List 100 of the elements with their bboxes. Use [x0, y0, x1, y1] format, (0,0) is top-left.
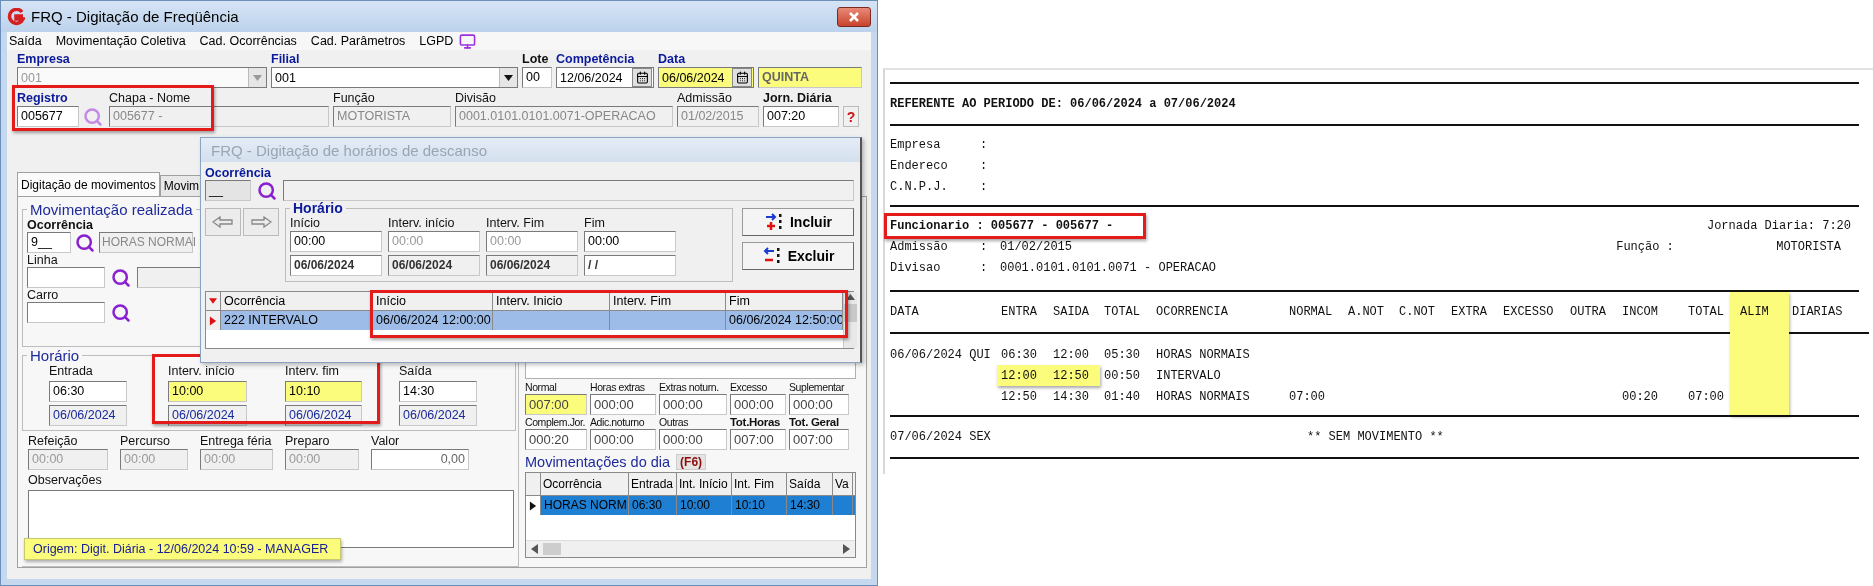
report-period: REFERENTE AO PERIODO DE: 06/06/2024 a 07/06/2024: [890, 97, 1236, 111]
field-label: Percurso: [120, 434, 172, 448]
line-field[interactable]: [27, 267, 105, 288]
report-cell-text: 12:50: [1053, 367, 1090, 385]
tab[interactable]: Digitação de movimentos: [17, 172, 160, 196]
column-header: Int. Início: [677, 473, 732, 495]
column-header: Saída: [787, 473, 833, 495]
close-button[interactable]: [837, 6, 871, 27]
shortcut-badge[interactable]: (F6): [676, 454, 707, 470]
calendar-icon[interactable]: [732, 68, 752, 87]
weekday-field: QUINTA: [758, 67, 862, 88]
column-header: NORMAL: [1289, 304, 1334, 321]
field-label: Normal: [525, 381, 558, 393]
menu-item[interactable]: LGPD: [419, 34, 454, 48]
report-cell-text: 06:30: [1001, 346, 1038, 364]
field-label: Observações: [28, 473, 103, 487]
report-cell-text: 06/06/2024 QUI: [890, 346, 992, 364]
field-label: Jorn. Diária: [763, 91, 833, 105]
dropdown-caret-icon: [253, 72, 262, 83]
delete-button[interactable]: Excluir: [742, 242, 854, 270]
menu-item[interactable]: Movimentação Coletiva: [55, 34, 186, 48]
field-label: Entrega féria: [200, 434, 273, 448]
car-field[interactable]: [27, 302, 105, 323]
occurrence-code-field[interactable]: 9__: [27, 232, 71, 253]
time-field[interactable]: 10:00: [168, 381, 247, 402]
field-label: Admissão: [677, 91, 733, 105]
report-cell-text: 07:00: [1688, 388, 1725, 406]
field-label: Carro: [27, 288, 59, 302]
grid-cell: 14:30: [787, 496, 833, 515]
report-date: 07/06/2024 SEX: [890, 430, 992, 444]
daily-hours-field[interactable]: 007:20: [763, 106, 839, 127]
registration-field[interactable]: 005677: [17, 106, 79, 127]
report-message: ** SEM MOVIMENTO **: [1307, 430, 1444, 444]
search-icon[interactable]: [111, 267, 131, 288]
field-label: Saída: [399, 364, 433, 378]
date-field: 06/06/2024: [49, 405, 127, 426]
hours-field: 000:00: [730, 394, 786, 415]
report-cell-text: 00:20: [1622, 388, 1659, 406]
search-icon[interactable]: [257, 180, 277, 201]
left-arrow-icon: [212, 215, 234, 229]
time-field[interactable]: 14:30: [399, 381, 477, 402]
column-header: ALIM: [1730, 292, 1789, 332]
batch-field[interactable]: 00: [522, 67, 552, 88]
date-field[interactable]: 06/06/2024: [290, 255, 382, 276]
field-label: Competência: [556, 52, 636, 66]
section-title: Movimentações do dia: [525, 454, 671, 470]
logo-icon: [7, 7, 25, 26]
field-label: Interv. Fim: [486, 216, 546, 230]
add-button[interactable]: Incluir: [742, 208, 854, 236]
column-header: Int. Fim: [732, 473, 787, 495]
report-cell-text: 01:40: [1104, 388, 1141, 406]
scroll-right-icon: [842, 544, 851, 554]
name-field: 005677 -: [109, 106, 329, 127]
field-label: Outras: [659, 416, 690, 428]
close-icon[interactable]: [848, 10, 860, 23]
help-button[interactable]: ?: [843, 106, 859, 127]
field-label: Complem.Jor.: [525, 416, 586, 428]
report-cell-text: 14:30: [1053, 388, 1090, 406]
time-field[interactable]: 10:10: [285, 381, 362, 402]
time-field[interactable]: 00:00: [584, 231, 676, 252]
field-label: Entrada: [49, 364, 94, 378]
amount-field[interactable]: 0,00: [371, 449, 469, 470]
date-field[interactable]: 06/06/2024: [658, 67, 754, 88]
field-label: Valor: [371, 434, 401, 448]
search-icon[interactable]: [75, 232, 95, 253]
report-cell-text: 05:30: [1104, 346, 1141, 364]
field-label: Fim: [584, 216, 606, 230]
field-label: Filial: [271, 52, 301, 66]
report-label: Endereco :: [890, 158, 989, 173]
monitor-icon[interactable]: [459, 32, 477, 50]
search-icon[interactable]: [111, 302, 131, 323]
scroll-up-icon: [846, 292, 855, 302]
dialog-title: FRQ - Digitação de horários de descanso: [211, 141, 487, 159]
field-label: Chapa - Nome: [109, 91, 192, 105]
group-title: Horário: [292, 200, 344, 216]
scroll-thumb[interactable]: [543, 543, 561, 555]
right-arrow-icon: [250, 215, 272, 229]
employee-line: Funcionario : 005677 - 005677 -: [890, 218, 1114, 233]
report-label: Empresa :: [890, 137, 989, 152]
time-field[interactable]: 06:30: [49, 381, 127, 402]
field-label: Extras noturn.: [659, 381, 720, 393]
time-field[interactable]: 00:00: [290, 231, 382, 252]
field-label: Início: [290, 216, 321, 230]
dropdown-caret-icon: [504, 72, 513, 83]
column-header: A.NOT: [1348, 304, 1385, 321]
hours-field: 000:00: [590, 429, 656, 450]
hours-field: 000:00: [590, 394, 656, 415]
menu-item[interactable]: Saída: [9, 34, 42, 48]
branch-dropdown[interactable]: 001: [271, 67, 518, 88]
row-pointer-icon: [209, 315, 217, 326]
calendar-icon[interactable]: [632, 68, 652, 87]
field-label: Tot. Geral: [789, 416, 840, 428]
group-title: Horário: [29, 347, 81, 364]
menu-item[interactable]: Cad. Parâmetros: [310, 34, 406, 48]
grid-row[interactable]: HORAS NORM 06:30 10:00 10:10 14:30: [526, 496, 855, 515]
date-field[interactable]: / /: [584, 255, 676, 276]
group-title: Movimentação realizada: [29, 201, 194, 218]
date-field[interactable]: 12/06/2024: [556, 67, 654, 88]
menu-item[interactable]: Cad. Ocorrências: [199, 34, 297, 48]
occurrence-code-field[interactable]: __: [205, 180, 251, 201]
